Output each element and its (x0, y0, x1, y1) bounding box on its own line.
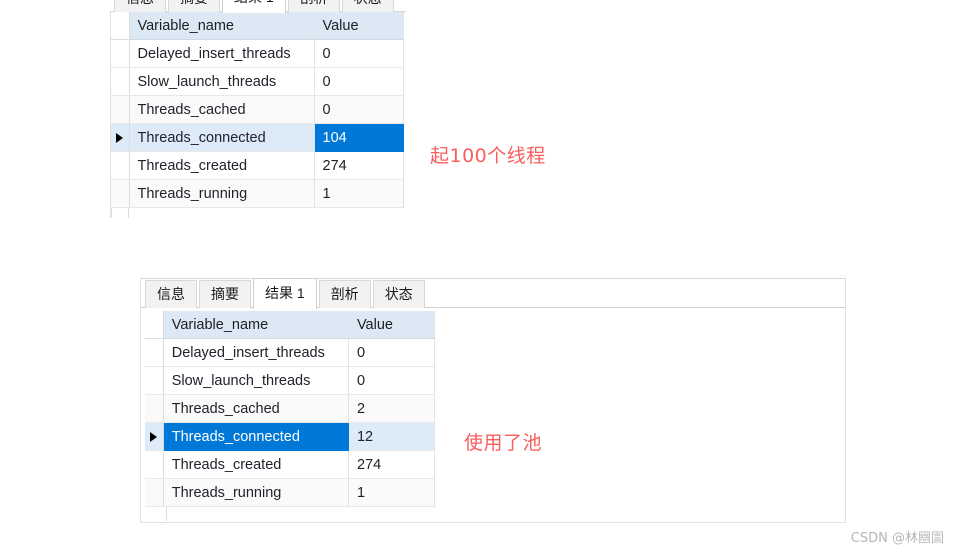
cell-variable-name[interactable]: Delayed_insert_threads (163, 338, 349, 367)
bottom-column-header-variable-name[interactable]: Variable_name (163, 311, 349, 339)
top-tab-profile[interactable]: 剖析 (287, 0, 340, 12)
cell-variable-name[interactable]: Threads_created (129, 151, 315, 180)
row-gutter[interactable] (111, 39, 130, 68)
cell-value[interactable]: 274 (348, 450, 436, 479)
bottom-result-grid: Variable_name Value Delayed_insert_threa… (145, 311, 436, 507)
bottom-grid-wrap: Variable_name Value Delayed_insert_threa… (141, 308, 845, 521)
table-row-selected[interactable]: Threads_connected 104 (111, 123, 404, 152)
row-gutter[interactable] (145, 478, 164, 507)
cell-variable-name[interactable]: Threads_created (163, 450, 349, 479)
top-header-row: Variable_name Value (111, 12, 404, 40)
top-column-header-variable-name[interactable]: Variable_name (129, 12, 315, 40)
table-row[interactable]: Threads_running 1 (145, 478, 436, 507)
cell-variable-name[interactable]: Slow_launch_threads (129, 67, 315, 96)
cell-value[interactable]: 0 (314, 95, 404, 124)
bottom-result-panel: 信息 摘要 结果 1 剖析 状态 Variable_name Value Del… (140, 278, 846, 523)
top-grid-wrap: Variable_name Value Delayed_insert_threa… (110, 12, 406, 218)
row-gutter[interactable] (111, 95, 130, 124)
cell-variable-name[interactable]: Threads_cached (129, 95, 315, 124)
table-row[interactable]: Slow_launch_threads 0 (145, 366, 436, 395)
bottom-tab-summary[interactable]: 摘要 (199, 280, 251, 308)
cell-value[interactable]: 1 (348, 478, 436, 507)
cell-value[interactable]: 12 (348, 422, 436, 451)
cell-value[interactable]: 0 (314, 67, 404, 96)
bottom-grid-body: Delayed_insert_threads 0 Slow_launch_thr… (145, 338, 436, 507)
bottom-header-row: Variable_name Value (145, 311, 436, 339)
bottom-tab-profile[interactable]: 剖析 (318, 280, 371, 308)
annotation-top: 起100个线程 (430, 145, 546, 167)
row-gutter-selected[interactable] (111, 123, 130, 152)
cell-value[interactable]: 1 (314, 179, 404, 208)
cell-variable-name-selected[interactable]: Threads_connected (163, 422, 349, 451)
table-row[interactable]: Delayed_insert_threads 0 (111, 39, 404, 68)
cell-value[interactable]: 0 (314, 39, 404, 68)
bottom-header-gutter (145, 311, 164, 339)
table-row[interactable]: Threads_running 1 (111, 179, 404, 208)
table-row[interactable]: Threads_created 274 (111, 151, 404, 180)
cell-variable-name[interactable]: Threads_running (129, 179, 315, 208)
top-grid-header: Variable_name Value (111, 12, 404, 40)
top-column-header-value[interactable]: Value (314, 12, 404, 40)
table-row[interactable]: Slow_launch_threads 0 (111, 67, 404, 96)
bottom-tab-result-1[interactable]: 结果 1 (253, 278, 317, 309)
row-gutter[interactable] (145, 338, 164, 367)
bottom-tab-info[interactable]: 信息 (145, 280, 197, 308)
top-grid-tail-gutter (111, 208, 129, 218)
row-gutter[interactable] (145, 394, 164, 423)
cell-value-selected[interactable]: 104 (314, 123, 404, 152)
top-tab-result-1[interactable]: 结果 1 (222, 0, 286, 13)
cell-variable-name[interactable]: Delayed_insert_threads (129, 39, 315, 68)
top-tab-info[interactable]: 信息 (114, 0, 166, 12)
row-gutter[interactable] (145, 366, 164, 395)
top-tab-status[interactable]: 状态 (341, 0, 394, 12)
table-row[interactable]: Threads_cached 2 (145, 394, 436, 423)
cell-variable-name[interactable]: Slow_launch_threads (163, 366, 349, 395)
table-row[interactable]: Delayed_insert_threads 0 (145, 338, 436, 367)
row-gutter[interactable] (111, 151, 130, 180)
table-row[interactable]: Threads_created 274 (145, 450, 436, 479)
row-gutter[interactable] (145, 450, 164, 479)
row-gutter-selected[interactable] (145, 422, 164, 451)
annotation-bottom: 使用了池 (464, 432, 543, 454)
top-grid-body: Delayed_insert_threads 0 Slow_launch_thr… (111, 39, 404, 208)
current-row-marker-icon (150, 431, 158, 442)
cell-variable-name[interactable]: Threads_connected (129, 123, 315, 152)
bottom-column-header-value[interactable]: Value (348, 311, 436, 339)
bottom-tabstrip: 信息 摘要 结果 1 剖析 状态 (141, 278, 845, 309)
current-row-marker-icon (116, 132, 124, 143)
top-result-grid: Variable_name Value Delayed_insert_threa… (111, 12, 404, 208)
top-tab-summary[interactable]: 摘要 (168, 0, 220, 12)
top-result-panel: 信息 摘要 结果 1 剖析 状态 Variable_name Value (110, 0, 406, 218)
top-header-gutter (111, 12, 130, 40)
cell-value[interactable]: 0 (348, 366, 436, 395)
table-row-selected[interactable]: Threads_connected 12 (145, 422, 436, 451)
cell-value[interactable]: 2 (348, 394, 436, 423)
row-gutter[interactable] (111, 67, 130, 96)
watermark: CSDN @林圝圁 (850, 531, 944, 546)
cell-value[interactable]: 0 (348, 338, 436, 367)
cell-variable-name[interactable]: Threads_running (163, 478, 349, 507)
bottom-grid-header: Variable_name Value (145, 311, 436, 339)
cell-variable-name[interactable]: Threads_cached (163, 394, 349, 423)
bottom-grid-tail-gutter (149, 507, 167, 521)
bottom-tab-status[interactable]: 状态 (372, 280, 425, 308)
row-gutter[interactable] (111, 179, 130, 208)
table-row[interactable]: Threads_cached 0 (111, 95, 404, 124)
top-tabstrip: 信息 摘要 结果 1 剖析 状态 (110, 0, 406, 13)
cell-value[interactable]: 274 (314, 151, 404, 180)
